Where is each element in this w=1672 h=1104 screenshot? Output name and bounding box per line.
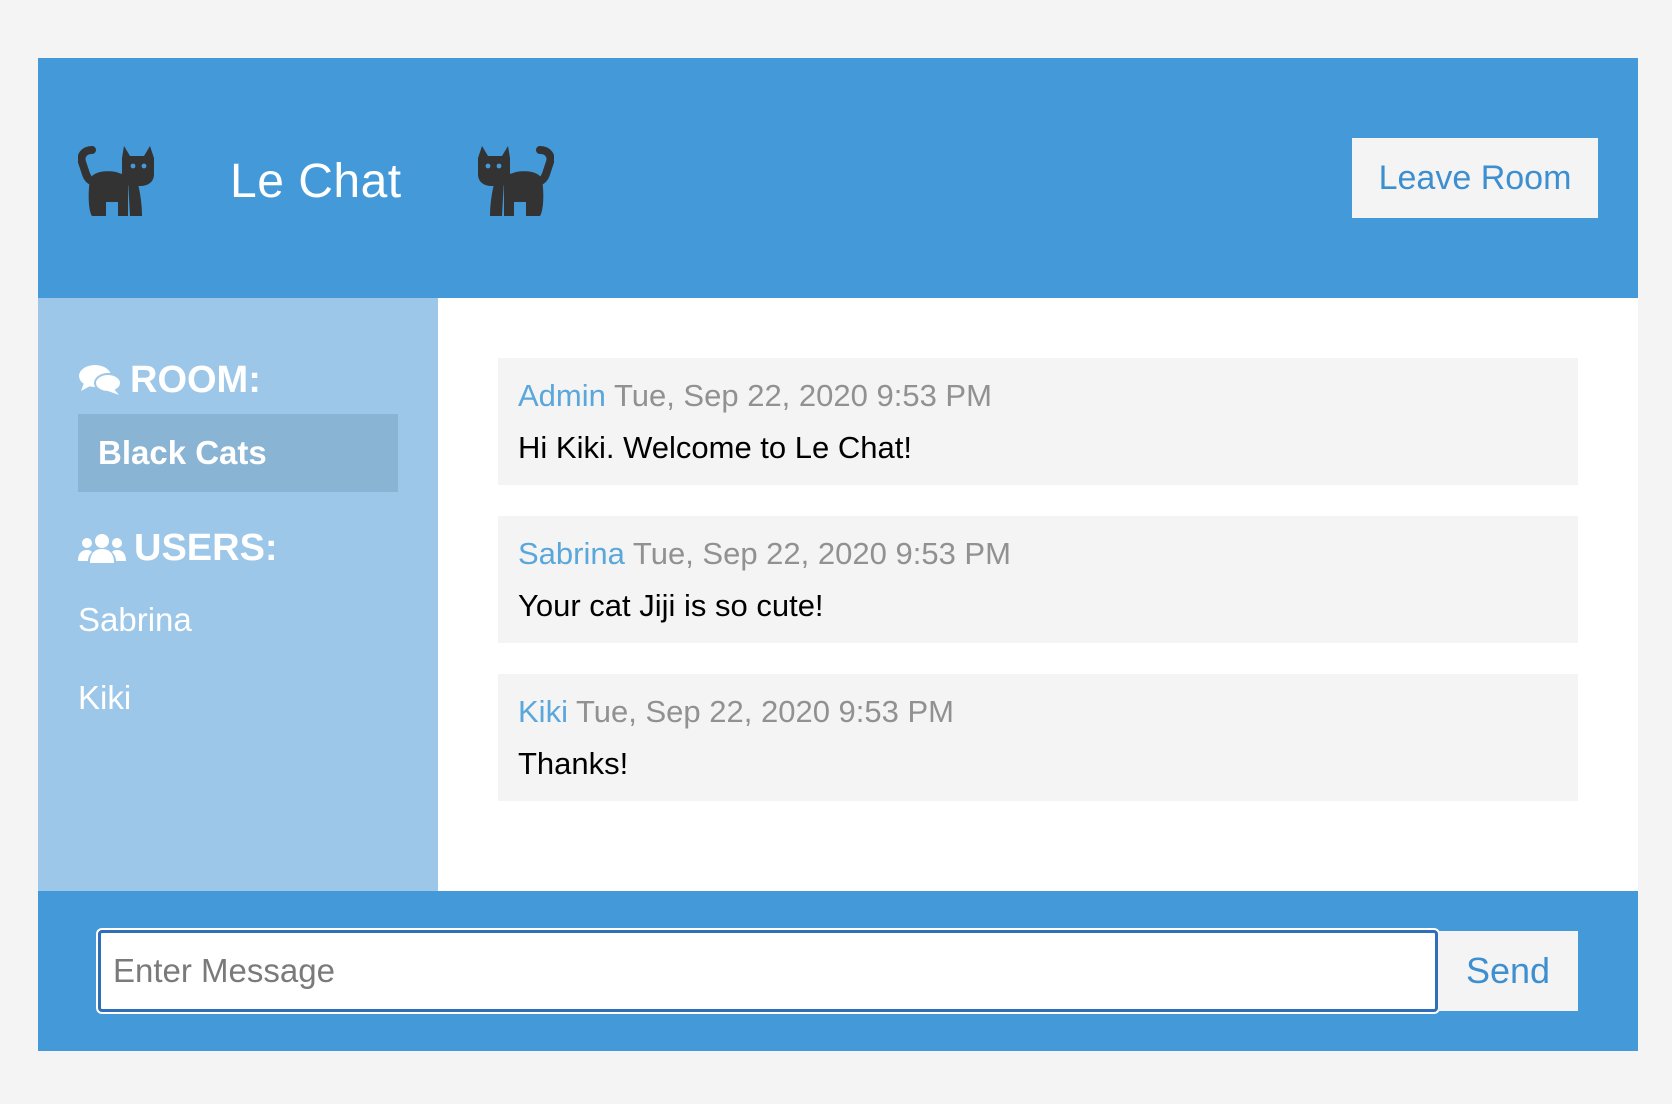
message-time: Tue, Sep 22, 2020 9:53 PM xyxy=(613,378,992,413)
leave-room-button[interactable]: Leave Room xyxy=(1352,138,1598,218)
message-text: Your cat Jiji is so cute! xyxy=(518,588,824,623)
message-time: Tue, Sep 22, 2020 9:53 PM xyxy=(576,694,955,729)
room-heading: ROOM: xyxy=(78,358,398,402)
room-name: Black Cats xyxy=(78,414,398,492)
message-author: Kiki xyxy=(518,694,568,729)
users-icon xyxy=(78,531,126,565)
send-button[interactable]: Send xyxy=(1438,931,1578,1011)
message-meta: Kiki Tue, Sep 22, 2020 9:53 PM xyxy=(518,692,1558,732)
app-title: Le Chat xyxy=(230,154,402,208)
user-item: Kiki xyxy=(78,679,132,716)
chat-messages: Admin Tue, Sep 22, 2020 9:53 PM Hi Kiki.… xyxy=(438,298,1638,891)
chat-container: Le Chat Leave Room ROOM: Black Cats USER… xyxy=(38,58,1638,1051)
room-heading-label: ROOM: xyxy=(130,358,261,401)
message: Kiki Tue, Sep 22, 2020 9:53 PM Thanks! xyxy=(498,674,1578,801)
comments-icon xyxy=(78,363,122,397)
brand: Le Chat xyxy=(78,140,554,222)
message-input[interactable] xyxy=(98,930,1438,1012)
message-author: Sabrina xyxy=(518,536,625,571)
message-meta: Admin Tue, Sep 22, 2020 9:53 PM xyxy=(518,376,1558,416)
message-time: Tue, Sep 22, 2020 9:53 PM xyxy=(632,536,1011,571)
message: Sabrina Tue, Sep 22, 2020 9:53 PM Your c… xyxy=(498,516,1578,643)
user-list: Sabrina Kiki xyxy=(78,600,398,756)
cat-icon xyxy=(472,140,554,222)
sidebar: ROOM: Black Cats USERS: Sabrina Kiki xyxy=(38,298,438,891)
users-heading: USERS: xyxy=(78,526,398,570)
chat-header: Le Chat Leave Room xyxy=(38,58,1638,298)
chat-main: ROOM: Black Cats USERS: Sabrina Kiki Adm… xyxy=(38,298,1638,891)
user-item: Sabrina xyxy=(78,601,192,638)
chat-form: Send xyxy=(38,891,1638,1051)
message-text: Hi Kiki. Welcome to Le Chat! xyxy=(518,430,912,465)
message-author: Admin xyxy=(518,378,606,413)
message-meta: Sabrina Tue, Sep 22, 2020 9:53 PM xyxy=(518,534,1558,574)
message: Admin Tue, Sep 22, 2020 9:53 PM Hi Kiki.… xyxy=(498,358,1578,485)
cat-icon xyxy=(78,140,160,222)
users-heading-label: USERS: xyxy=(134,526,278,569)
message-text: Thanks! xyxy=(518,746,629,781)
